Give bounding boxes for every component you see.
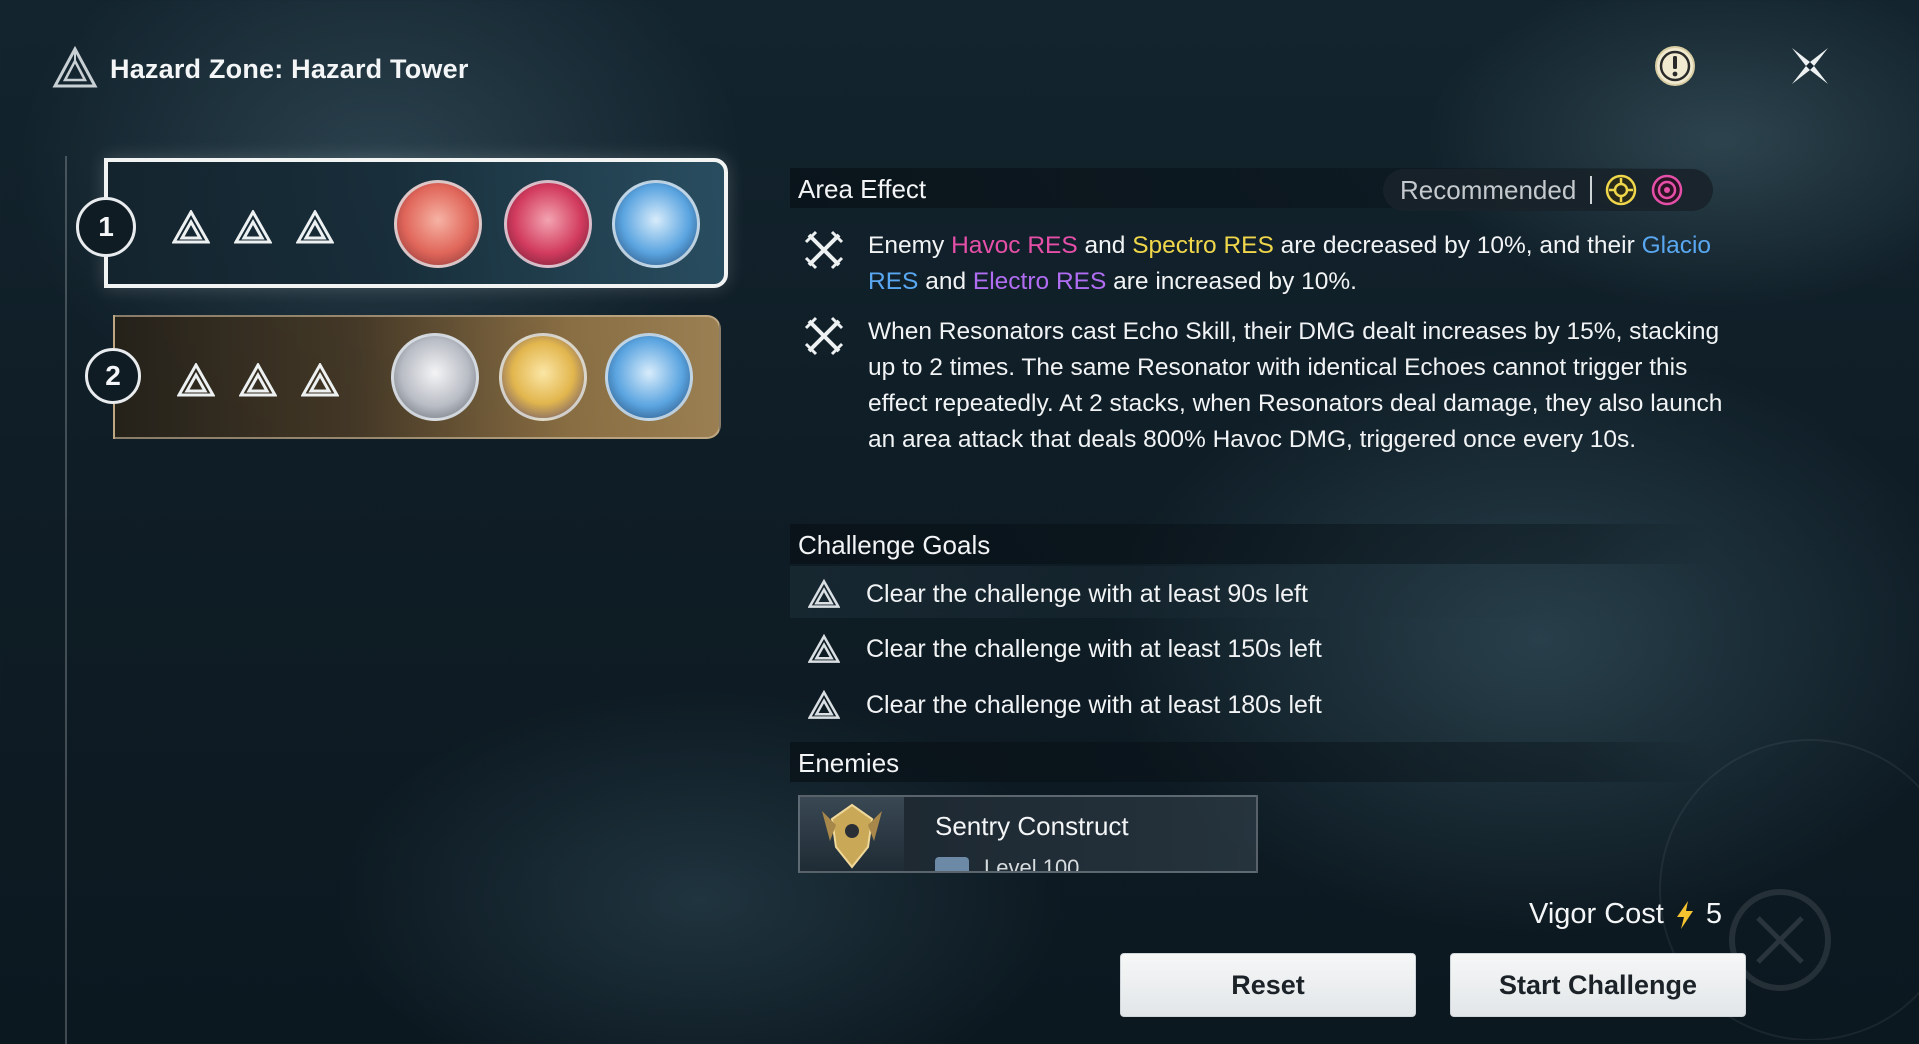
stage-1-stars xyxy=(172,210,334,244)
stage-2-stars xyxy=(177,363,339,397)
goal-star-icon xyxy=(808,578,840,608)
stage-card-2[interactable] xyxy=(113,315,721,439)
resonator-portrait xyxy=(391,333,479,421)
page-title: Hazard Zone: Hazard Tower xyxy=(110,53,469,84)
spectro-icon xyxy=(1606,174,1637,206)
recommended-elements: Recommended xyxy=(1383,169,1713,211)
stage-card-1[interactable] xyxy=(104,158,728,288)
stage-rail xyxy=(65,156,67,1044)
enemy-name: Sentry Construct xyxy=(935,811,1129,841)
stage-number-badge: 2 xyxy=(85,348,141,404)
reset-button[interactable]: Reset xyxy=(1120,953,1416,1017)
area-effect-text: When Resonators cast Echo Skill, their D… xyxy=(868,318,1723,453)
vigor-cost: Vigor Cost 5 xyxy=(1529,898,1722,931)
goal-star-icon xyxy=(808,689,840,719)
section-title: Area Effect xyxy=(798,174,927,204)
enemy-level: Level 100 xyxy=(984,855,1080,873)
goal-text: Clear the challenge with at least 150s l… xyxy=(866,634,1322,663)
resonator-portrait xyxy=(605,333,693,421)
recommended-label: Recommended xyxy=(1400,174,1577,205)
stage-number-badge: 1 xyxy=(76,197,136,257)
resonator-portrait xyxy=(504,180,592,268)
section-title: Enemies xyxy=(798,748,900,778)
area-effect-1: Enemy Havoc RES and Spectro RES are decr… xyxy=(804,228,1714,304)
challenge-goal-item: Clear the challenge with at least 180s l… xyxy=(808,683,1322,727)
info-icon[interactable] xyxy=(1653,44,1697,88)
hazard-tower-logo-icon xyxy=(52,46,98,88)
vigor-label: Vigor Cost xyxy=(1529,898,1664,930)
close-icon[interactable] xyxy=(1784,40,1836,92)
resonator-portrait xyxy=(499,333,587,421)
resonator-portrait xyxy=(394,180,482,268)
goal-star-icon xyxy=(239,363,277,397)
page-header: Hazard Zone: Hazard Tower xyxy=(52,42,469,96)
challenge-goal-item: Clear the challenge with at least 90s le… xyxy=(808,572,1308,616)
vigor-value: 5 xyxy=(1705,898,1723,930)
electro-res-keyword: Electro RES xyxy=(972,268,1107,295)
spectro-res-keyword: Spectro RES xyxy=(1132,232,1274,259)
level-icon xyxy=(935,857,969,871)
effect-text: Enemy xyxy=(868,232,952,259)
havoc-icon xyxy=(1652,174,1683,206)
effect-text: are increased by 10%. xyxy=(1106,268,1357,295)
divider xyxy=(1590,176,1593,204)
effect-text: are decreased by 10%, and their xyxy=(1273,232,1642,259)
goal-star-icon xyxy=(301,363,339,397)
challenge-goals-header: Challenge Goals xyxy=(790,524,1712,564)
goal-text: Clear the challenge with at least 180s l… xyxy=(866,690,1322,719)
goal-star-icon xyxy=(177,363,215,397)
start-challenge-button[interactable]: Start Challenge xyxy=(1450,953,1746,1017)
challenge-goal-item: Clear the challenge with at least 150s l… xyxy=(808,627,1322,671)
sentry-construct-icon xyxy=(822,803,882,869)
lightning-bolt-icon xyxy=(1676,900,1693,929)
enemy-card[interactable]: Sentry Construct Level 100 xyxy=(798,795,1258,873)
effect-text: and xyxy=(1077,232,1133,259)
area-effect-text: Enemy Havoc RES and Spectro RES are decr… xyxy=(868,228,1728,300)
goal-star-icon xyxy=(234,210,272,244)
goal-star-icon xyxy=(296,210,334,244)
effect-text: and xyxy=(918,268,973,295)
section-title: Challenge Goals xyxy=(798,530,991,560)
enemy-portrait xyxy=(800,797,904,871)
crossed-swords-icon xyxy=(804,316,844,356)
enemies-header: Enemies xyxy=(790,742,1712,782)
crossed-swords-icon xyxy=(804,230,844,270)
havoc-res-keyword: Havoc RES xyxy=(951,232,1078,259)
goal-star-icon xyxy=(172,210,210,244)
area-effect-2: When Resonators cast Echo Skill, their D… xyxy=(804,314,1722,494)
goal-star-icon xyxy=(808,633,840,663)
goal-text: Clear the challenge with at least 90s le… xyxy=(866,579,1308,608)
resonator-portrait xyxy=(612,180,700,268)
